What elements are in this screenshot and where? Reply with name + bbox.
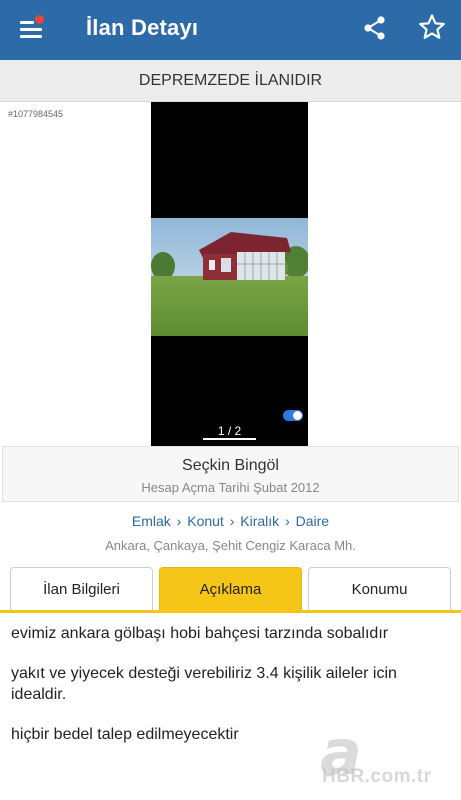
breadcrumb-item[interactable]: Kiralık [240,513,279,529]
listing-id: #1077984545 [8,109,64,119]
tab-underline [0,610,461,613]
breadcrumb-separator: › [285,513,290,529]
tab-location[interactable]: Konumu [308,567,451,611]
app-bar: İlan Detayı [0,0,461,60]
seller-card[interactable]: Seçkin Bingöl Hesap Açma Tarihi Şubat 20… [2,446,459,502]
hd-toggle[interactable] [283,410,303,421]
tab-listing-info[interactable]: İlan Bilgileri [10,567,153,611]
earthquake-victim-banner: DEPREMZEDE İLANIDIR [0,60,461,102]
breadcrumb-separator: › [229,513,235,529]
detail-tabs: İlan Bilgileri Açıklama Konumu [0,566,461,612]
photo-counter: 1 / 2 [217,424,242,438]
share-icon[interactable] [362,15,388,41]
watermark-logo: a HBR.com.tr [316,722,456,794]
notification-dot [35,15,44,24]
description-paragraph: evimiz ankara gölbaşı hobi bahçesi tarzı… [11,625,389,642]
breadcrumb: Emlak › Konut › Kiralık › Daire [0,513,461,529]
photo-counter-underline [203,438,256,440]
watermark-text: HBR.com.tr [322,766,432,787]
seller-name: Seçkin Bingöl [182,457,279,474]
seller-account-date: Hesap Açma Tarihi Şubat 2012 [141,480,320,495]
description-paragraph: yakıt ve yiyecek desteği verebiliriz 3.4… [11,665,397,703]
menu-icon[interactable] [20,15,46,42]
favorite-star-icon[interactable] [418,13,446,41]
breadcrumb-item[interactable]: Daire [296,513,329,529]
photo-gallery[interactable]: 1 / 2 [151,102,308,446]
breadcrumb-item[interactable]: Emlak [132,513,171,529]
breadcrumb-separator: › [176,513,182,529]
listing-photo [151,218,308,336]
page-title: İlan Detayı [86,15,199,40]
listing-location: Ankara, Çankaya, Şehit Cengiz Karaca Mh. [105,538,356,553]
tab-description[interactable]: Açıklama [159,567,302,611]
breadcrumb-item[interactable]: Konut [187,513,224,529]
